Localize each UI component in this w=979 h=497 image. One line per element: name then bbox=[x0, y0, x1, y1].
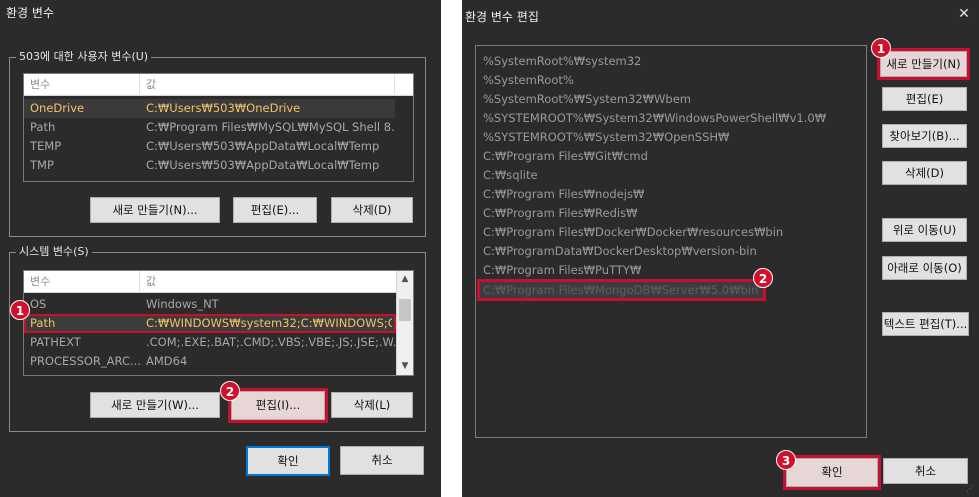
edit-environment-variable-dialog: 환경 변수 편집 ✕ %SystemRoot%₩system32 %System… bbox=[462, 0, 979, 497]
scroll-down-icon[interactable]: ▼ bbox=[397, 358, 413, 375]
step-badge-3: 3 bbox=[776, 450, 796, 470]
system-new-button[interactable]: 새로 만들기(W)... bbox=[90, 392, 220, 418]
user-variables-label: 503에 대한 사용자 변수(U) bbox=[16, 50, 152, 64]
ok-button[interactable]: 확인 bbox=[246, 446, 330, 476]
var-value: C:₩WINDOWS₩system32;C:₩WINDOWS;C... bbox=[146, 316, 392, 330]
user-variables-list[interactable]: 변수 값 OneDrive C:₩Users₩503₩OneDrive Path… bbox=[23, 73, 414, 182]
step-badge-1: 1 bbox=[871, 38, 891, 58]
var-name: Path bbox=[30, 316, 56, 330]
cancel-button[interactable]: 취소 bbox=[340, 446, 424, 475]
path-entry[interactable]: C:₩Program Files₩Redis₩ bbox=[483, 204, 637, 223]
resize-grip-icon[interactable]: ⋰ bbox=[966, 484, 976, 494]
column-header-value[interactable]: 값 bbox=[140, 271, 398, 293]
var-value: Windows_NT bbox=[146, 297, 219, 311]
path-entry[interactable]: %SYSTEMROOT%₩System32₩WindowsPowerShell₩… bbox=[483, 109, 826, 128]
var-value: C:₩Users₩503₩AppData₩Local₩Temp bbox=[146, 158, 380, 172]
user-edit-button[interactable]: 편집(E)... bbox=[233, 197, 317, 223]
var-value: C:₩Users₩503₩OneDrive bbox=[146, 101, 301, 115]
scroll-up-icon[interactable]: ▲ bbox=[397, 271, 413, 288]
var-name: OS bbox=[30, 297, 47, 311]
column-header-variable[interactable]: 변수 bbox=[24, 74, 140, 96]
system-variables-label: 시스템 변수(S) bbox=[16, 245, 92, 259]
user-var-row-temp[interactable]: TEMP C:₩Users₩503₩AppData₩Local₩Temp bbox=[24, 137, 395, 156]
step-badge-2: 2 bbox=[220, 381, 240, 401]
path-entry[interactable]: C:₩ProgramData₩DockerDesktop₩version-bin bbox=[483, 242, 757, 261]
move-down-button[interactable]: 아래로 이동(O) bbox=[882, 256, 967, 280]
step-badge-1: 1 bbox=[10, 300, 30, 320]
user-var-row-path[interactable]: Path C:₩Program Files₩MySQL₩MySQL Shell … bbox=[24, 118, 395, 137]
var-name: TMP bbox=[30, 158, 54, 172]
user-var-row-tmp[interactable]: TMP C:₩Users₩503₩AppData₩Local₩Temp bbox=[24, 156, 395, 175]
scroll-thumb[interactable] bbox=[399, 299, 411, 321]
path-entry[interactable]: C:₩sqlite bbox=[483, 166, 538, 185]
path-entry[interactable]: C:₩Program Files₩nodejs₩ bbox=[483, 185, 644, 204]
var-name: PATHEXT bbox=[30, 335, 81, 349]
new-path-button[interactable]: 새로 만들기(N) bbox=[877, 48, 970, 80]
system-variables-list[interactable]: 변수 값 OS Windows_NT Path C:₩WINDOWS₩syste… bbox=[23, 270, 414, 376]
ok-button[interactable]: 확인 bbox=[783, 455, 881, 490]
path-entry[interactable]: %SYSTEMROOT%₩System32₩OpenSSH₩ bbox=[483, 128, 729, 147]
move-up-button[interactable]: 위로 이동(U) bbox=[882, 218, 967, 242]
var-name: Path bbox=[30, 120, 56, 134]
var-value: AMD64 bbox=[146, 354, 188, 368]
delete-path-button[interactable]: 삭제(D) bbox=[882, 161, 967, 185]
user-new-button[interactable]: 새로 만들기(N)... bbox=[90, 197, 220, 223]
column-header-value[interactable]: 값 bbox=[140, 74, 395, 96]
close-icon[interactable]: ✕ bbox=[955, 5, 973, 23]
edit-text-button[interactable]: 텍스트 편집(T)... bbox=[882, 312, 969, 336]
path-entry[interactable]: C:₩Program Files₩Docker₩Docker₩resources… bbox=[483, 223, 783, 242]
var-name: OneDrive bbox=[30, 101, 85, 115]
dialog-title: 환경 변수 편집 bbox=[465, 10, 539, 24]
environment-variables-dialog: 환경 변수 503에 대한 사용자 변수(U) 변수 값 OneDrive C:… bbox=[0, 0, 441, 497]
var-value: C:₩Users₩503₩AppData₩Local₩Temp bbox=[146, 139, 380, 153]
path-entry[interactable]: %SystemRoot%₩System32₩Wbem bbox=[483, 90, 691, 109]
system-edit-button[interactable]: 편집(I)... bbox=[228, 388, 328, 423]
edit-path-button[interactable]: 편집(E) bbox=[882, 87, 967, 111]
var-name: PROCESSOR_ARC... bbox=[30, 354, 140, 368]
path-entries-list[interactable]: %SystemRoot%₩system32 %SystemRoot% %Syst… bbox=[475, 45, 867, 438]
path-entry[interactable]: %SystemRoot%₩system32 bbox=[483, 52, 641, 71]
browse-button[interactable]: 찾아보기(B)... bbox=[882, 124, 967, 148]
var-name: TEMP bbox=[30, 139, 62, 153]
cancel-button[interactable]: 취소 bbox=[883, 458, 968, 484]
system-var-row-processor-arch[interactable]: PROCESSOR_ARC... AMD64 bbox=[24, 352, 396, 371]
path-entry[interactable]: C:₩Program Files₩Git₩cmd bbox=[483, 147, 648, 166]
system-delete-button[interactable]: 삭제(L) bbox=[331, 392, 413, 418]
var-value: C:₩Program Files₩MySQL₩MySQL Shell 8.... bbox=[146, 120, 395, 134]
path-entry[interactable]: %SystemRoot% bbox=[483, 71, 574, 90]
user-variables-header: 변수 값 bbox=[24, 74, 413, 96]
user-var-row-onedrive[interactable]: OneDrive C:₩Users₩503₩OneDrive bbox=[24, 99, 395, 118]
system-variables-scrollbar[interactable]: ▲ ▼ bbox=[396, 271, 413, 375]
path-entry-new[interactable]: C:₩Program Files₩MongoDB₩Server₩5.0₩bin bbox=[477, 279, 766, 301]
var-value: .COM;.EXE;.BAT;.CMD;.VBS;.VBE;.JS;.JSE;.… bbox=[146, 335, 396, 349]
system-var-row-pathext[interactable]: PATHEXT .COM;.EXE;.BAT;.CMD;.VBS;.VBE;.J… bbox=[24, 333, 396, 352]
path-entry[interactable]: C:₩Program Files₩PuTTY₩ bbox=[483, 261, 641, 280]
column-header-variable[interactable]: 변수 bbox=[24, 271, 140, 293]
system-variables-header: 변수 값 bbox=[24, 271, 398, 293]
dialog-title: 환경 변수 bbox=[6, 6, 54, 20]
user-delete-button[interactable]: 삭제(D) bbox=[331, 197, 413, 223]
system-var-row-os[interactable]: OS Windows_NT bbox=[24, 295, 396, 314]
step-badge-2: 2 bbox=[753, 268, 773, 288]
system-var-row-path[interactable]: Path C:₩WINDOWS₩system32;C:₩WINDOWS;C... bbox=[24, 314, 396, 333]
